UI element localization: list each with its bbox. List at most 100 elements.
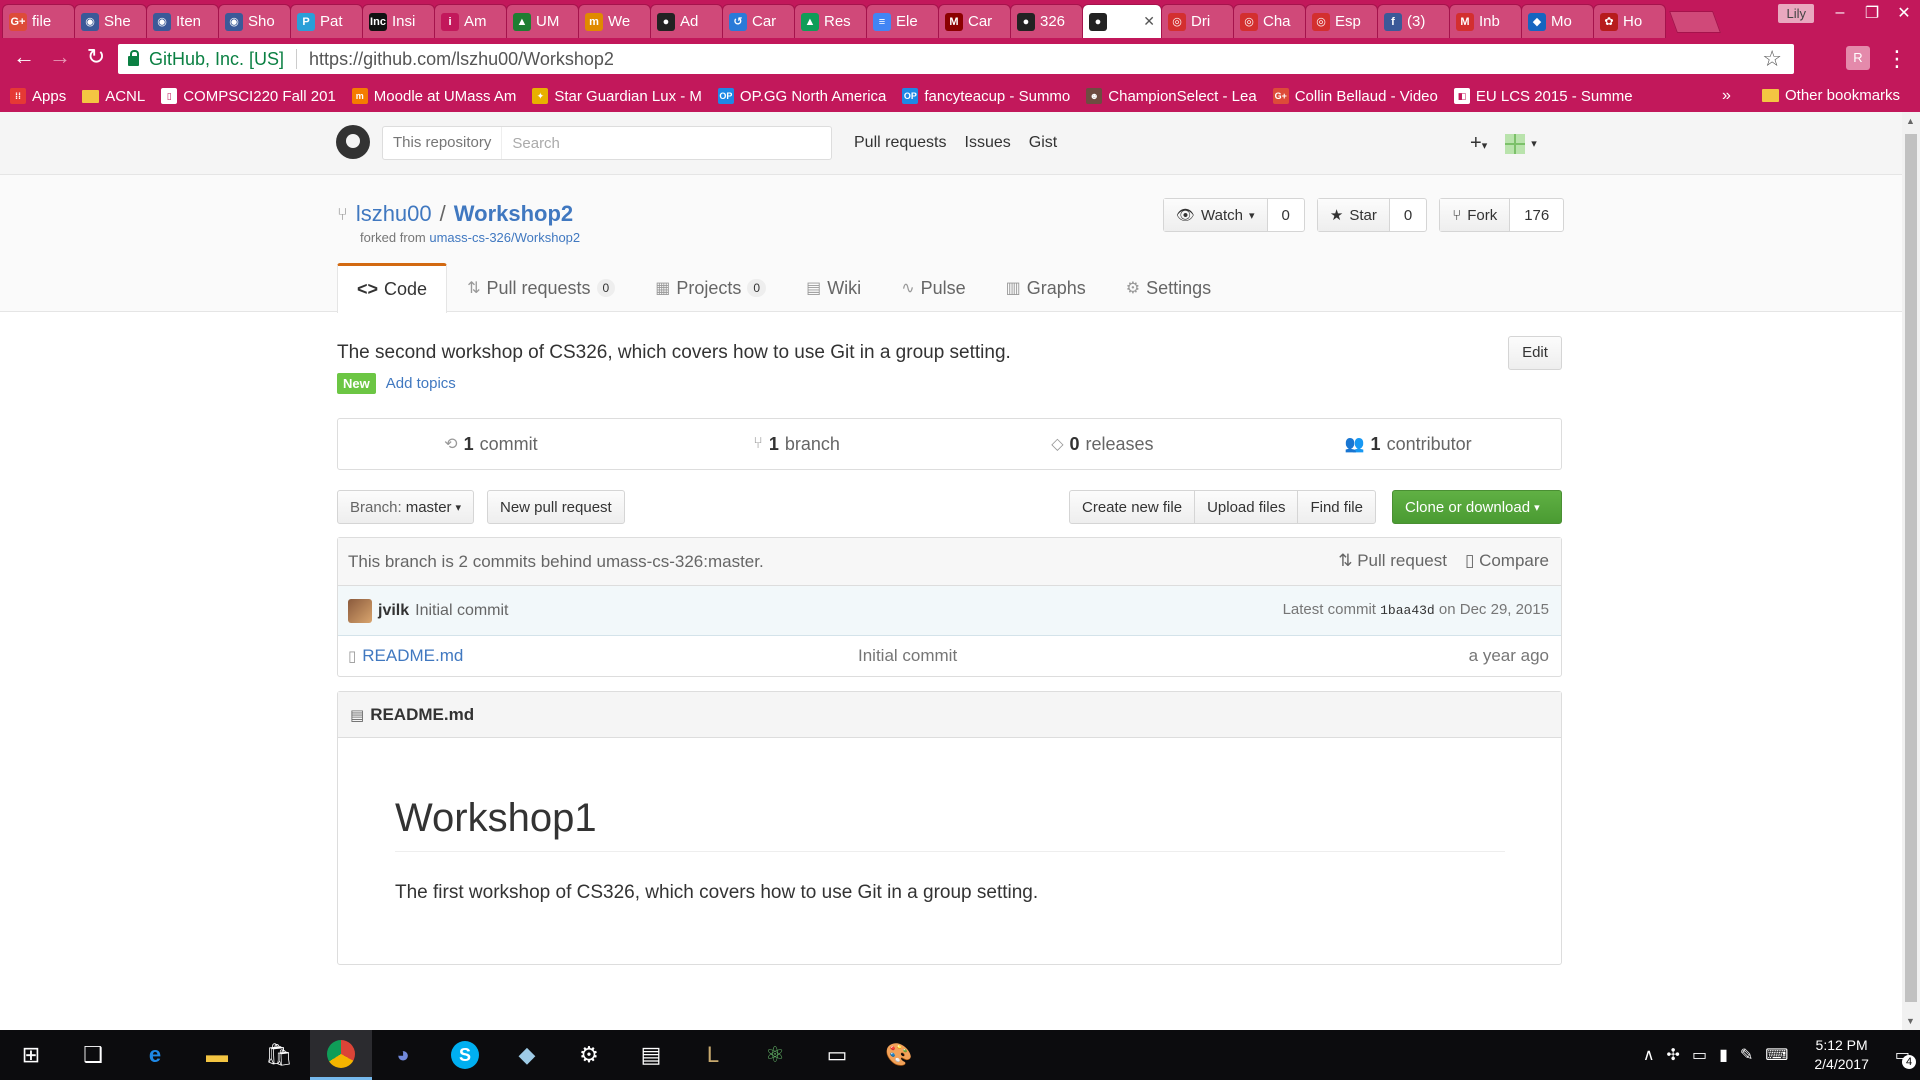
ev-certificate-label[interactable]: GitHub, Inc. [US] — [149, 49, 284, 70]
browser-tab[interactable]: G+ file — [2, 4, 75, 38]
battery-icon[interactable]: ▭ — [1692, 1045, 1707, 1065]
create-new-file-button[interactable]: Create new file — [1069, 490, 1196, 524]
clone-or-download-button[interactable]: Clone or download ▾ — [1392, 490, 1562, 524]
browser-tab[interactable]: ▲ UM — [506, 4, 579, 38]
browser-tab[interactable]: ● ✕ — [1082, 4, 1162, 38]
browser-tab[interactable]: M Car — [938, 4, 1011, 38]
back-arrow-icon[interactable]: ← — [6, 44, 42, 70]
task-view-icon[interactable]: ❑ — [62, 1030, 124, 1080]
commit-message-link[interactable]: Initial commit — [415, 602, 508, 620]
restore-icon[interactable]: ❐ — [1856, 3, 1888, 23]
file-name-link[interactable]: README.md — [362, 646, 463, 666]
profile-button[interactable]: Lily — [1778, 3, 1814, 23]
app-icon[interactable]: ◆ — [496, 1030, 558, 1080]
tab-pull-requests[interactable]: ⇅ Pull requests 0 — [447, 263, 635, 312]
compare-link[interactable]: ▯ Compare — [1465, 551, 1549, 571]
page-scrollbar[interactable]: ▲ ▼ — [1902, 112, 1920, 1030]
close-window-icon[interactable]: ✕ — [1888, 3, 1920, 23]
start-windows-icon[interactable]: ⊞ — [0, 1030, 62, 1080]
scroll-down-arrow-icon[interactable]: ▼ — [1906, 1016, 1915, 1026]
browser-tab[interactable]: ● 326 — [1010, 4, 1083, 38]
chrome-icon[interactable] — [310, 1030, 372, 1080]
tab-graphs[interactable]: ▥ Graphs — [986, 263, 1106, 312]
browser-tab[interactable]: ▲ Res — [794, 4, 867, 38]
browser-tab[interactable]: m We — [578, 4, 651, 38]
add-topics-link[interactable]: Add topics — [386, 375, 456, 392]
releases-link[interactable]: ◇ 0 releases — [950, 419, 1256, 469]
new-tab-button[interactable] — [1668, 11, 1722, 33]
minimize-icon[interactable]: – — [1824, 4, 1856, 22]
tab-wiki[interactable]: ▤ Wiki — [786, 263, 881, 312]
dropbox-icon[interactable]: ✣ — [1667, 1045, 1680, 1065]
repo-name-link[interactable]: Workshop2 — [454, 201, 573, 227]
create-new-plus-icon[interactable]: +▾ — [1470, 132, 1487, 155]
github-logo-icon[interactable] — [336, 125, 370, 159]
browser-tab[interactable]: Inc Insi — [362, 4, 435, 38]
notepad-icon[interactable]: ▤ — [620, 1030, 682, 1080]
atom-icon[interactable]: ⚛ — [744, 1030, 806, 1080]
browser-tab[interactable]: ↺ Car — [722, 4, 795, 38]
tab-pulse[interactable]: ∿ Pulse — [881, 263, 985, 312]
browser-tab[interactable]: i Am — [434, 4, 507, 38]
terminal-icon[interactable]: ▭ — [806, 1030, 868, 1080]
network-icon[interactable]: ▮ — [1719, 1045, 1728, 1065]
pull-request-link[interactable]: ⇅ Pull request — [1338, 551, 1447, 571]
avatar[interactable] — [348, 598, 372, 623]
clock[interactable]: 5:12 PM 2/4/2017 — [1814, 1036, 1869, 1074]
bookmark-item[interactable]: G+ Collin Bellaud - Video — [1272, 88, 1438, 105]
bookmark-item[interactable]: ⁞⁞ Apps — [10, 88, 66, 105]
reload-icon[interactable]: ↻ — [78, 44, 114, 70]
commit-author-link[interactable]: jvilk — [378, 602, 409, 620]
branches-link[interactable]: ⑂ 1 branch — [644, 419, 950, 469]
file-commit-message-link[interactable]: Initial commit — [858, 646, 957, 666]
new-pull-request-button[interactable]: New pull request — [487, 490, 625, 524]
star-count[interactable]: 0 — [1390, 199, 1426, 231]
discord-icon[interactable]: ◕ — [372, 1030, 434, 1080]
address-bar[interactable]: GitHub, Inc. [US] https://github.com/lsz… — [118, 44, 1794, 74]
branch-select-button[interactable]: Branch: master ▾ — [337, 490, 475, 524]
chevron-up-icon[interactable]: ∧ — [1643, 1045, 1655, 1065]
browser-tab[interactable]: ◉ Iten — [146, 4, 219, 38]
url-text[interactable]: https://github.com/lszhu00/Workshop2 — [309, 49, 614, 70]
forked-from-link[interactable]: umass-cs-326/Workshop2 — [429, 230, 580, 245]
file-explorer-icon[interactable]: ▬ — [186, 1030, 248, 1080]
browser-tab[interactable]: ◎ Esp — [1305, 4, 1378, 38]
browser-tab[interactable]: ● Ad — [650, 4, 723, 38]
tab-settings[interactable]: ⚙ Settings — [1106, 263, 1231, 312]
browser-tab[interactable]: ◉ Sho — [218, 4, 291, 38]
action-center-icon[interactable]: ▭ 4 — [1895, 1045, 1916, 1069]
nav-issues[interactable]: Issues — [965, 134, 1011, 152]
close-tab-icon[interactable]: ✕ — [1143, 13, 1155, 30]
settings-gear-icon[interactable]: ⚙ — [558, 1030, 620, 1080]
watch-button[interactable]: 👁 Watch ▾ — [1164, 199, 1268, 231]
bookmark-item[interactable]: m Moodle at UMass Am — [351, 88, 516, 105]
find-file-button[interactable]: Find file — [1297, 490, 1376, 524]
edit-description-button[interactable]: Edit — [1508, 336, 1562, 370]
user-menu[interactable]: ▾ — [1505, 133, 1537, 154]
bookmarks-overflow-chevron[interactable]: » — [1722, 87, 1731, 105]
nav-pull-requests[interactable]: Pull requests — [854, 134, 947, 152]
keyboard-icon[interactable]: ⌨ — [1765, 1045, 1788, 1065]
chrome-menu-icon[interactable]: ⋮ — [1886, 46, 1908, 72]
tab-code[interactable]: <> Code — [337, 263, 448, 313]
other-bookmarks-folder[interactable]: Other bookmarks — [1762, 87, 1900, 104]
browser-tab[interactable]: ◉ She — [74, 4, 147, 38]
bookmark-item[interactable]: ◧ EU LCS 2015 - Summe — [1453, 88, 1633, 105]
store-icon[interactable]: 🛍 — [248, 1030, 310, 1080]
search-input[interactable] — [502, 134, 831, 152]
league-launcher-icon[interactable]: L — [682, 1030, 744, 1080]
skype-icon[interactable]: S — [434, 1030, 496, 1080]
watch-count[interactable]: 0 — [1268, 199, 1304, 231]
browser-tab[interactable]: ≡ Ele — [866, 4, 939, 38]
commits-link[interactable]: ⟲ 1 commit — [338, 419, 644, 469]
bookmark-star-icon[interactable]: ☆ — [1762, 46, 1782, 72]
browser-tab[interactable]: ◎ Cha — [1233, 4, 1306, 38]
repo-owner-link[interactable]: lszhu00 — [356, 201, 432, 227]
scroll-up-arrow-icon[interactable]: ▲ — [1906, 116, 1915, 126]
bookmark-item[interactable]: OP OP.GG North America — [717, 88, 886, 105]
star-button[interactable]: ★ Star — [1317, 199, 1390, 231]
fork-button[interactable]: ⑂ Fork — [1440, 199, 1511, 231]
fork-count[interactable]: 176 — [1510, 199, 1563, 231]
bookmark-item[interactable]: ACNL — [82, 88, 145, 105]
browser-tab[interactable]: ◎ Dri — [1161, 4, 1234, 38]
